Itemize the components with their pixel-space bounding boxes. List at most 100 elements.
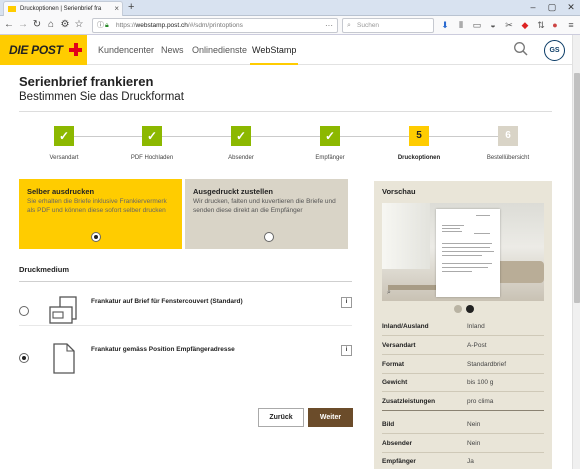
window-close-icon[interactable]: ✕ bbox=[562, 0, 580, 15]
nav-kundencenter[interactable]: Kundencenter bbox=[98, 35, 154, 65]
stepper-line bbox=[74, 136, 508, 137]
extension-icon[interactable]: ◆ bbox=[519, 19, 531, 32]
carousel-dot-2[interactable] bbox=[466, 305, 474, 313]
screenshot-icon[interactable]: ✂ bbox=[503, 19, 515, 32]
medium-recipient-position-label: Frankatur gemäss Position Empfängeradres… bbox=[91, 346, 235, 353]
detail-value-empfaenger: Ja bbox=[467, 458, 474, 465]
detail-key-format: Format bbox=[382, 361, 405, 368]
bookmark-star-icon[interactable]: ☆ bbox=[73, 18, 85, 32]
detail-value-bild: Nein bbox=[467, 421, 481, 428]
search-icon: ⌕ bbox=[347, 22, 351, 29]
detail-section-divider bbox=[382, 410, 544, 411]
detail-value-format: Standardbrief bbox=[467, 361, 507, 368]
minimize-icon[interactable]: – bbox=[524, 0, 542, 15]
option-delivered-radio[interactable] bbox=[264, 232, 274, 242]
site-header: DIE POST Kundencenter News Onlinedienste… bbox=[0, 35, 572, 65]
browser-tab[interactable]: Druckoptionen | Serienbrief fra × bbox=[3, 1, 123, 16]
library-icon[interactable]: ⫴ bbox=[455, 19, 467, 32]
swiss-cross-icon bbox=[69, 43, 82, 56]
reload-icon[interactable]: ↻ bbox=[31, 18, 43, 32]
url-bar[interactable]: ⓘ 🔒︎ https://webstamp.post.ch/#/sdm/prin… bbox=[92, 18, 338, 33]
carousel-dot-1[interactable] bbox=[454, 305, 462, 313]
step-label-absender: Absender bbox=[228, 155, 254, 161]
sync-icon[interactable]: ⇅ bbox=[535, 19, 547, 32]
option-self-print-radio[interactable] bbox=[91, 232, 101, 242]
forward-arrow-icon[interactable]: → bbox=[17, 18, 29, 32]
post-favicon-icon bbox=[8, 6, 16, 12]
option-delivered-title: Ausgedruckt zustellen bbox=[193, 187, 274, 196]
tab-title: Druckoptionen | Serienbrief fra bbox=[20, 6, 102, 12]
detail-divider bbox=[382, 391, 544, 392]
nav-webstamp[interactable]: WebStamp bbox=[250, 35, 299, 65]
title-divider bbox=[19, 111, 552, 112]
detail-key-absender: Absender bbox=[382, 440, 412, 447]
sidebar-icon[interactable]: ▭ bbox=[471, 19, 483, 32]
step-1-check-icon[interactable]: ✓ bbox=[54, 126, 74, 146]
medium-recipient-position-radio[interactable] bbox=[19, 353, 29, 363]
detail-value-absender: Nein bbox=[467, 440, 481, 447]
detail-key-empfaenger: Empfänger bbox=[382, 458, 416, 465]
step-6-upcoming: 6 bbox=[498, 126, 518, 146]
medium-recipient-position-info-icon[interactable]: i bbox=[341, 345, 352, 356]
step-3-check-icon[interactable]: ✓ bbox=[231, 126, 251, 146]
url-domain: webstamp.post.ch bbox=[135, 22, 188, 29]
back-arrow-icon[interactable]: ← bbox=[3, 18, 15, 32]
document-icon bbox=[51, 342, 77, 376]
detail-value-versandart: A-Post bbox=[467, 342, 487, 349]
maximize-icon[interactable]: ▢ bbox=[543, 0, 561, 15]
next-button[interactable]: Weiter bbox=[308, 408, 353, 427]
option-self-print[interactable]: Selber ausdrucken Sie erhalten die Brief… bbox=[19, 179, 182, 249]
home-icon[interactable]: ⌂ bbox=[45, 18, 57, 32]
option-self-print-desc: Sie erhalten die Briefe inklusive Franki… bbox=[27, 198, 167, 214]
preview-panel: Vorschau ⌕ Inland/Ausland Inland Versand… bbox=[374, 181, 552, 469]
step-label-druckoptionen: Druckoptionen bbox=[397, 155, 441, 161]
nav-onlinedienste[interactable]: Onlinedienste bbox=[192, 35, 247, 65]
detail-key-zusatzleistungen: Zusatzleistungen bbox=[382, 398, 436, 405]
detail-divider bbox=[382, 452, 544, 453]
window-envelope-icon bbox=[47, 295, 81, 329]
header-search-icon[interactable] bbox=[513, 41, 529, 57]
preview-image[interactable]: ⌕ bbox=[382, 203, 544, 301]
browser-toolbar: ← → ↻ ⌂ ⚙ ☆ ⓘ 🔒︎ https://webstamp.post.c… bbox=[0, 16, 580, 35]
druckmedium-divider bbox=[19, 281, 352, 282]
detail-key-gewicht: Gewicht bbox=[382, 379, 408, 386]
lock-icon: 🔒︎ bbox=[105, 22, 109, 29]
step-label-versandart: Versandart bbox=[49, 155, 79, 161]
detail-divider bbox=[382, 335, 544, 336]
step-4-check-icon[interactable]: ✓ bbox=[320, 126, 340, 146]
option-delivered[interactable]: Ausgedruckt zustellen Wir drucken, falte… bbox=[185, 179, 348, 249]
back-button[interactable]: Zurück bbox=[258, 408, 304, 427]
url-prefix: https:// bbox=[116, 22, 136, 29]
page-subtitle: Bestimmen Sie das Druckformat bbox=[19, 91, 184, 103]
addon-icon[interactable]: ● bbox=[549, 19, 561, 32]
settings-icon[interactable]: ⚙ bbox=[59, 18, 71, 32]
detail-divider bbox=[382, 373, 544, 374]
nav-news[interactable]: News bbox=[161, 35, 184, 65]
browser-search-field[interactable]: ⌕ Suchen bbox=[342, 18, 434, 33]
browser-tab-bar: Druckoptionen | Serienbrief fra × + – ▢ … bbox=[0, 0, 580, 16]
page-actions-icon[interactable]: ··· bbox=[325, 19, 333, 32]
close-tab-icon[interactable]: × bbox=[114, 2, 119, 16]
step-5-current: 5 bbox=[409, 126, 429, 146]
user-avatar[interactable]: GS bbox=[544, 40, 565, 61]
download-icon[interactable]: ⬇ bbox=[439, 19, 451, 32]
new-tab-icon[interactable]: + bbox=[128, 0, 134, 15]
druckmedium-heading: Druckmedium bbox=[19, 265, 70, 274]
post-logo[interactable]: DIE POST bbox=[0, 35, 87, 65]
detail-value-gewicht: bis 100 g bbox=[467, 379, 494, 386]
pocket-icon[interactable]: ◒ bbox=[487, 19, 499, 32]
druckmedium-row-divider bbox=[19, 325, 352, 326]
zoom-icon[interactable]: ⌕ bbox=[387, 289, 391, 297]
scrollbar-thumb[interactable] bbox=[574, 73, 580, 303]
page-scrollbar[interactable] bbox=[572, 35, 580, 469]
step-label-bestelluebersicht: Bestellübersicht bbox=[486, 155, 530, 161]
detail-key-versandart: Versandart bbox=[382, 342, 416, 349]
preview-letter bbox=[436, 209, 500, 297]
menu-icon[interactable]: ≡ bbox=[565, 19, 577, 32]
medium-window-envelope-info-icon[interactable]: i bbox=[341, 297, 352, 308]
step-label-empfaenger: Empfänger bbox=[315, 155, 345, 161]
step-2-check-icon[interactable]: ✓ bbox=[142, 126, 162, 146]
info-icon[interactable]: ⓘ bbox=[97, 19, 104, 32]
medium-window-envelope-radio[interactable] bbox=[19, 306, 29, 316]
detail-key-bild: Bild bbox=[382, 421, 395, 428]
